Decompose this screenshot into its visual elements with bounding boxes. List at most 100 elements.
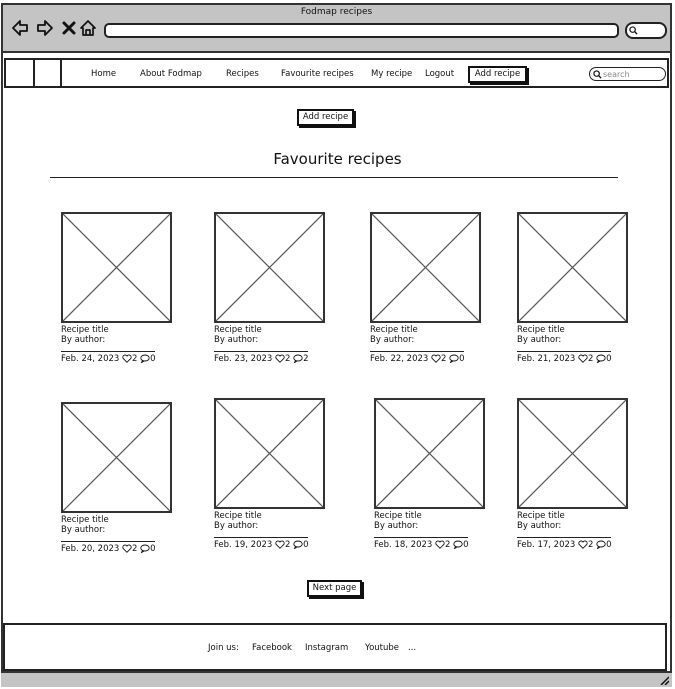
footer-more[interactable]: ...	[408, 643, 416, 653]
window-title: Fodmap recipes	[300, 7, 373, 17]
comment-icon[interactable]	[140, 354, 150, 363]
nav-about[interactable]: About Fodmap	[140, 69, 202, 79]
image-placeholder-icon[interactable]	[517, 212, 628, 323]
recipe-meta: Feb. 17, 2023 2 0	[517, 537, 612, 550]
recipe-card[interactable]: Recipe title By author: Feb. 24, 2023 2 …	[61, 212, 176, 365]
comment-icon[interactable]	[140, 544, 150, 553]
footer-link-facebook[interactable]: Facebook	[252, 643, 292, 653]
footer-link-instagram[interactable]: Instagram	[305, 643, 348, 653]
next-page-button[interactable]: Next page	[307, 580, 362, 597]
recipe-title[interactable]: Recipe title	[214, 511, 329, 521]
back-arrow-icon[interactable]	[11, 19, 29, 37]
recipe-title[interactable]: Recipe title	[61, 515, 176, 525]
nav-add-recipe-button[interactable]: Add recipe	[468, 66, 527, 83]
like-count: 2	[441, 354, 447, 364]
address-bar[interactable]	[104, 23, 619, 38]
site-navbar: Home About Fodmap Recipes Favourite reci…	[4, 58, 669, 88]
recipe-date: Feb. 22, 2023	[370, 354, 429, 364]
search-icon	[629, 26, 638, 35]
title-divider	[50, 177, 618, 178]
recipe-author: By author:	[61, 525, 106, 535]
heart-icon[interactable]	[275, 540, 285, 549]
image-placeholder-icon[interactable]	[370, 212, 481, 323]
home-icon[interactable]	[79, 19, 97, 37]
image-placeholder-icon[interactable]	[61, 212, 172, 323]
nav-my-recipe[interactable]: My recipe	[371, 69, 412, 79]
recipe-author: By author:	[214, 335, 259, 345]
forward-arrow-icon[interactable]	[36, 19, 54, 37]
heart-icon[interactable]	[122, 354, 132, 363]
recipe-author: By author:	[517, 335, 562, 345]
recipe-card[interactable]: Recipe title By author: Feb. 18, 2023 2 …	[374, 398, 489, 551]
site-footer: Join us: Facebook Instagram Youtube ...	[3, 623, 667, 671]
recipe-meta: Feb. 22, 2023 2 0	[370, 351, 465, 364]
heart-icon[interactable]	[122, 544, 132, 553]
like-count: 2	[285, 540, 291, 550]
recipe-author: By author:	[214, 521, 259, 531]
page-title: Favourite recipes	[273, 150, 402, 168]
footer-link-youtube[interactable]: Youtube	[365, 643, 399, 653]
close-icon[interactable]	[60, 19, 78, 37]
heart-icon[interactable]	[431, 354, 441, 363]
recipe-title[interactable]: Recipe title	[370, 325, 485, 335]
recipe-meta: Feb. 20, 2023 2 0	[61, 541, 156, 554]
recipe-meta: Feb. 23, 2023 2 2	[214, 351, 309, 364]
recipe-title[interactable]: Recipe title	[214, 325, 329, 335]
recipe-date: Feb. 21, 2023	[517, 354, 576, 364]
comment-icon[interactable]	[293, 540, 303, 549]
heart-icon[interactable]	[578, 540, 588, 549]
recipe-title[interactable]: Recipe title	[517, 325, 632, 335]
recipe-card[interactable]: Recipe title By author: Feb. 19, 2023 2 …	[214, 398, 329, 551]
add-recipe-button[interactable]: Add recipe	[297, 109, 354, 126]
comment-count: 0	[459, 354, 465, 364]
recipe-author: By author:	[61, 335, 106, 345]
recipe-meta: Feb. 18, 2023 2 0	[374, 537, 469, 550]
like-count: 2	[285, 354, 291, 364]
recipe-card[interactable]: Recipe title By author: Feb. 21, 2023 2 …	[517, 212, 632, 365]
recipe-card[interactable]: Recipe title By author: Feb. 17, 2023 2 …	[517, 398, 632, 551]
comment-count: 0	[150, 354, 156, 364]
recipe-card[interactable]: Recipe title By author: Feb. 22, 2023 2 …	[370, 212, 485, 365]
comment-icon[interactable]	[293, 354, 303, 363]
nav-home[interactable]: Home	[91, 69, 116, 79]
recipe-title[interactable]: Recipe title	[61, 325, 176, 335]
heart-icon[interactable]	[275, 354, 285, 363]
recipe-card[interactable]: Recipe title By author: Feb. 23, 2023 2 …	[214, 212, 329, 365]
recipe-meta: Feb. 19, 2023 2 0	[214, 537, 309, 550]
like-count: 2	[132, 544, 138, 554]
image-placeholder-icon[interactable]	[214, 212, 325, 323]
like-count: 2	[132, 354, 138, 364]
comment-count: 0	[303, 540, 309, 550]
comment-count: 0	[606, 540, 612, 550]
comment-icon[interactable]	[596, 354, 606, 363]
image-placeholder-icon[interactable]	[214, 398, 325, 509]
recipe-date: Feb. 18, 2023	[374, 540, 433, 550]
image-placeholder-icon[interactable]	[61, 402, 172, 513]
recipe-title[interactable]: Recipe title	[517, 511, 632, 521]
recipe-card[interactable]: Recipe title By author: Feb. 20, 2023 2 …	[61, 402, 176, 555]
comment-icon[interactable]	[449, 354, 459, 363]
comment-icon[interactable]	[453, 540, 463, 549]
recipe-date: Feb. 17, 2023	[517, 540, 576, 550]
comment-count: 0	[606, 354, 612, 364]
recipe-title[interactable]: Recipe title	[374, 511, 489, 521]
like-count: 2	[588, 540, 594, 550]
like-count: 2	[445, 540, 451, 550]
image-placeholder-icon[interactable]	[374, 398, 485, 509]
recipe-author: By author:	[517, 521, 562, 531]
image-placeholder-icon[interactable]	[517, 398, 628, 509]
recipe-date: Feb. 20, 2023	[61, 544, 120, 554]
resize-grip-icon[interactable]	[657, 675, 669, 685]
nav-recipes[interactable]: Recipes	[226, 69, 259, 79]
recipe-author: By author:	[370, 335, 415, 345]
site-logo[interactable]	[33, 60, 62, 88]
comment-icon[interactable]	[596, 540, 606, 549]
site-search-box[interactable]	[589, 67, 666, 81]
nav-logout[interactable]: Logout	[425, 69, 454, 79]
browser-search-box[interactable]	[625, 22, 667, 39]
search-input[interactable]	[603, 68, 658, 80]
nav-favourite-recipes[interactable]: Favourite recipes	[281, 69, 354, 79]
heart-icon[interactable]	[435, 540, 445, 549]
recipe-date: Feb. 19, 2023	[214, 540, 273, 550]
heart-icon[interactable]	[578, 354, 588, 363]
